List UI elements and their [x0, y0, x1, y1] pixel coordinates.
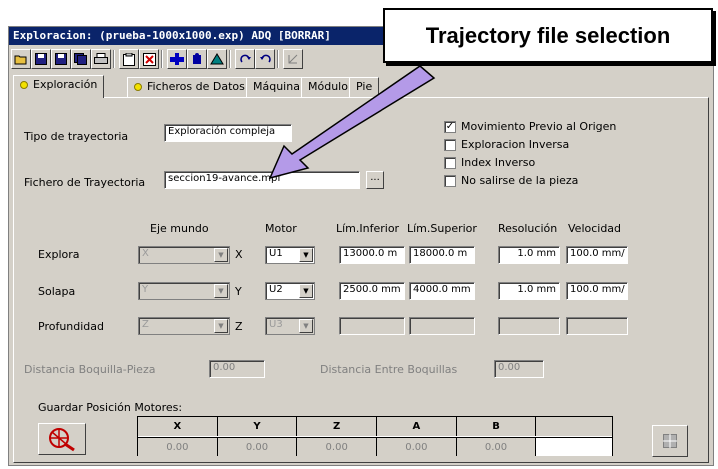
open-folder-icon[interactable] — [11, 49, 31, 69]
motor-select-u3[interactable]: U3 ▼ — [265, 317, 315, 335]
main-window: Exploracion: (prueba-1000x1000.exp) ADQ … — [8, 26, 714, 466]
upper-limit-explora[interactable]: 18000.0 m — [409, 246, 475, 264]
tool-icon[interactable] — [207, 49, 227, 69]
table-header-cell: Z — [297, 417, 378, 436]
undo-icon[interactable] — [255, 49, 275, 69]
checkbox-no-salirse[interactable]: No salirse de la pieza — [444, 174, 578, 187]
header-lim-superior: Lím.Superior — [407, 222, 477, 235]
resolution-solapa[interactable]: 1.0 mm — [498, 282, 560, 300]
upper-limit-profundidad[interactable] — [409, 317, 475, 335]
axis-letter-x: X — [235, 248, 243, 261]
speed-explora[interactable]: 100.0 mm/ — [566, 246, 628, 264]
tab-panel: Tipo de trayectoria Exploración compleja… — [13, 97, 709, 463]
checkbox-index-inverso[interactable]: Index Inverso — [444, 156, 535, 169]
header-velocidad: Velocidad — [568, 222, 622, 235]
redo-icon[interactable] — [235, 49, 255, 69]
status-dot-icon — [134, 83, 142, 91]
motor-positions-table: X Y Z A B 0.00 0.00 0.00 0.00 0.00 — [137, 416, 613, 456]
status-dot-icon — [20, 81, 28, 89]
table-header-cell: Y — [217, 417, 298, 436]
magnifier-icon — [49, 428, 75, 452]
save-as-icon[interactable] — [51, 49, 71, 69]
tab-ficheros-de-datos[interactable]: Ficheros de Datos — [127, 77, 252, 97]
table-header-cell: A — [377, 417, 457, 436]
checkbox-movimiento-previo[interactable]: ✓ Movimiento Previo al Origen — [444, 120, 616, 133]
chevron-down-icon: ▼ — [299, 284, 313, 298]
table-cell[interactable]: 0.00 — [377, 437, 457, 456]
table-cell[interactable]: 0.00 — [456, 437, 537, 456]
save-positions-label: Guardar Posición Motores: — [38, 401, 183, 414]
speed-solapa[interactable]: 100.0 mm/ — [566, 282, 628, 300]
table-header-cell: B — [456, 417, 537, 436]
grid-icon — [663, 434, 677, 448]
check-icon: ✓ — [444, 120, 456, 133]
row-label-solapa: Solapa — [38, 285, 76, 298]
distance-nozzle-part-label: Distancia Boquilla-Pieza — [24, 363, 156, 376]
resolution-explora[interactable]: 1.0 mm — [498, 246, 560, 264]
chevron-down-icon: ▼ — [214, 284, 228, 298]
lower-limit-explora[interactable]: 13000.0 m — [339, 246, 405, 264]
world-axis-select-x[interactable]: X ▼ — [138, 246, 230, 264]
trajectory-type-field[interactable]: Exploración compleja — [164, 124, 292, 142]
axis-letter-y: Y — [235, 285, 242, 298]
table-cell[interactable]: 0.00 — [217, 437, 298, 456]
table-cell[interactable]: 0.00 — [297, 437, 378, 456]
trajectory-file-field[interactable]: seccion19-avance.mpf — [164, 171, 360, 189]
lower-limit-solapa[interactable]: 2500.0 mm — [339, 282, 405, 300]
trajectory-file-label: Fichero de Trayectoria — [24, 176, 146, 189]
checkbox-exploracion-inversa[interactable]: Exploracion Inversa — [444, 138, 569, 151]
tab-modulo[interactable]: Módulo — [301, 77, 355, 97]
chevron-down-icon: ▼ — [299, 319, 313, 333]
delete-icon[interactable] — [139, 49, 159, 69]
table-header-row: X Y Z A B — [138, 417, 613, 436]
save-positions-button[interactable] — [38, 423, 86, 455]
header-motor: Motor — [265, 222, 297, 235]
distance-between-nozzles-label: Distancia Entre Boquillas — [320, 363, 458, 376]
chevron-down-icon: ▼ — [299, 248, 313, 262]
header-resolucion: Resolución — [498, 222, 558, 235]
clipboard-icon[interactable] — [119, 49, 139, 69]
measure-icon[interactable] — [283, 49, 303, 69]
browse-button[interactable]: ... — [366, 171, 384, 189]
resolution-profundidad[interactable] — [498, 317, 560, 335]
annotation-callout: Trajectory file selection — [383, 8, 713, 63]
chevron-down-icon: ▼ — [214, 319, 228, 333]
distance-between-nozzles-field[interactable]: 0.00 — [494, 360, 544, 378]
upper-limit-solapa[interactable]: 4000.0 mm — [409, 282, 475, 300]
save-icon[interactable] — [31, 49, 51, 69]
row-label-profundidad: Profundidad — [38, 320, 105, 333]
save-all-icon[interactable] — [71, 49, 91, 69]
grid-tool-button[interactable] — [652, 425, 688, 457]
trajectory-type-label: Tipo de trayectoria — [24, 130, 129, 143]
machine-icon[interactable] — [167, 49, 187, 69]
chevron-down-icon: ▼ — [214, 248, 228, 262]
tab-maquina[interactable]: Máquina — [246, 77, 307, 97]
distance-nozzle-part-field[interactable]: 0.00 — [209, 360, 265, 378]
header-eje-mundo: Eje mundo — [150, 222, 209, 235]
motor-select-u1[interactable]: U1 ▼ — [265, 246, 315, 264]
print-icon[interactable] — [91, 49, 111, 69]
table-row: 0.00 0.00 0.00 0.00 0.00 — [138, 437, 613, 456]
world-axis-select-z[interactable]: Z ▼ — [138, 317, 230, 335]
motor-select-u2[interactable]: U2 ▼ — [265, 282, 315, 300]
row-label-explora: Explora — [38, 248, 80, 261]
table-cell[interactable]: 0.00 — [138, 437, 218, 456]
lower-limit-profundidad[interactable] — [339, 317, 405, 335]
start-icon[interactable] — [187, 49, 207, 69]
world-axis-select-y[interactable]: Y ▼ — [138, 282, 230, 300]
speed-profundidad[interactable] — [566, 317, 628, 335]
header-lim-inferior: Lím.Inferior — [336, 222, 400, 235]
table-cell[interactable] — [536, 437, 613, 456]
tab-pie[interactable]: Pie — [349, 77, 380, 97]
tab-exploracion[interactable]: Exploración — [13, 75, 105, 98]
table-header-cell: X — [138, 417, 218, 436]
axis-letter-z: Z — [235, 320, 243, 333]
